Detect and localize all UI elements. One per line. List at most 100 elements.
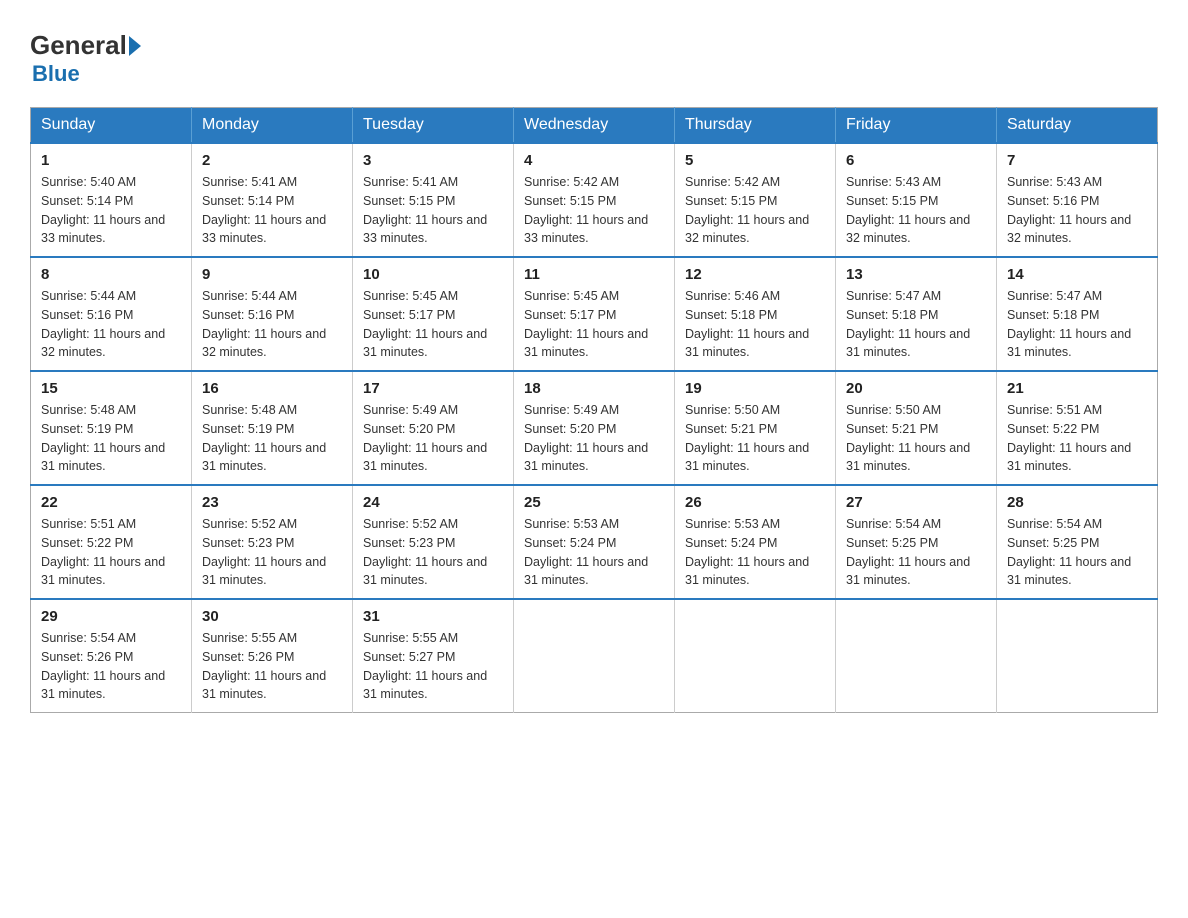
calendar-cell (997, 599, 1158, 713)
day-number: 9 (202, 266, 342, 283)
day-number: 25 (524, 494, 664, 511)
day-number: 2 (202, 152, 342, 169)
calendar-cell: 12 Sunrise: 5:46 AMSunset: 5:18 PMDaylig… (675, 257, 836, 371)
day-info: Sunrise: 5:43 AMSunset: 5:15 PMDaylight:… (846, 173, 986, 248)
calendar-cell: 19 Sunrise: 5:50 AMSunset: 5:21 PMDaylig… (675, 371, 836, 485)
day-number: 31 (363, 608, 503, 625)
calendar-cell: 3 Sunrise: 5:41 AMSunset: 5:15 PMDayligh… (353, 143, 514, 257)
calendar-cell: 15 Sunrise: 5:48 AMSunset: 5:19 PMDaylig… (31, 371, 192, 485)
day-number: 27 (846, 494, 986, 511)
day-number: 30 (202, 608, 342, 625)
calendar-cell: 17 Sunrise: 5:49 AMSunset: 5:20 PMDaylig… (353, 371, 514, 485)
header-wednesday: Wednesday (514, 108, 675, 144)
calendar-week-3: 15 Sunrise: 5:48 AMSunset: 5:19 PMDaylig… (31, 371, 1158, 485)
day-number: 10 (363, 266, 503, 283)
calendar-cell: 11 Sunrise: 5:45 AMSunset: 5:17 PMDaylig… (514, 257, 675, 371)
day-info: Sunrise: 5:54 AMSunset: 5:26 PMDaylight:… (41, 629, 181, 704)
logo-arrow-icon (129, 36, 141, 56)
calendar-cell: 26 Sunrise: 5:53 AMSunset: 5:24 PMDaylig… (675, 485, 836, 599)
day-number: 28 (1007, 494, 1147, 511)
day-number: 20 (846, 380, 986, 397)
day-number: 8 (41, 266, 181, 283)
day-number: 24 (363, 494, 503, 511)
calendar-cell: 30 Sunrise: 5:55 AMSunset: 5:26 PMDaylig… (192, 599, 353, 713)
day-info: Sunrise: 5:44 AMSunset: 5:16 PMDaylight:… (202, 287, 342, 362)
day-info: Sunrise: 5:48 AMSunset: 5:19 PMDaylight:… (202, 401, 342, 476)
day-info: Sunrise: 5:48 AMSunset: 5:19 PMDaylight:… (41, 401, 181, 476)
header-friday: Friday (836, 108, 997, 144)
day-info: Sunrise: 5:51 AMSunset: 5:22 PMDaylight:… (41, 515, 181, 590)
day-info: Sunrise: 5:51 AMSunset: 5:22 PMDaylight:… (1007, 401, 1147, 476)
calendar-week-1: 1 Sunrise: 5:40 AMSunset: 5:14 PMDayligh… (31, 143, 1158, 257)
day-info: Sunrise: 5:47 AMSunset: 5:18 PMDaylight:… (1007, 287, 1147, 362)
day-number: 3 (363, 152, 503, 169)
day-info: Sunrise: 5:54 AMSunset: 5:25 PMDaylight:… (846, 515, 986, 590)
calendar-header-row: SundayMondayTuesdayWednesdayThursdayFrid… (31, 108, 1158, 144)
header-tuesday: Tuesday (353, 108, 514, 144)
calendar-cell (675, 599, 836, 713)
day-number: 4 (524, 152, 664, 169)
day-number: 7 (1007, 152, 1147, 169)
day-number: 19 (685, 380, 825, 397)
calendar-cell: 31 Sunrise: 5:55 AMSunset: 5:27 PMDaylig… (353, 599, 514, 713)
day-number: 11 (524, 266, 664, 283)
day-number: 22 (41, 494, 181, 511)
day-number: 17 (363, 380, 503, 397)
calendar-cell (836, 599, 997, 713)
day-number: 23 (202, 494, 342, 511)
day-number: 15 (41, 380, 181, 397)
day-number: 1 (41, 152, 181, 169)
logo: General Blue (30, 30, 143, 87)
day-number: 29 (41, 608, 181, 625)
calendar-cell: 1 Sunrise: 5:40 AMSunset: 5:14 PMDayligh… (31, 143, 192, 257)
calendar-cell (514, 599, 675, 713)
calendar-cell: 7 Sunrise: 5:43 AMSunset: 5:16 PMDayligh… (997, 143, 1158, 257)
day-info: Sunrise: 5:50 AMSunset: 5:21 PMDaylight:… (846, 401, 986, 476)
calendar-cell: 16 Sunrise: 5:48 AMSunset: 5:19 PMDaylig… (192, 371, 353, 485)
calendar-week-2: 8 Sunrise: 5:44 AMSunset: 5:16 PMDayligh… (31, 257, 1158, 371)
day-info: Sunrise: 5:41 AMSunset: 5:15 PMDaylight:… (363, 173, 503, 248)
calendar-cell: 6 Sunrise: 5:43 AMSunset: 5:15 PMDayligh… (836, 143, 997, 257)
day-info: Sunrise: 5:40 AMSunset: 5:14 PMDaylight:… (41, 173, 181, 248)
day-info: Sunrise: 5:54 AMSunset: 5:25 PMDaylight:… (1007, 515, 1147, 590)
day-number: 18 (524, 380, 664, 397)
day-info: Sunrise: 5:42 AMSunset: 5:15 PMDaylight:… (685, 173, 825, 248)
day-number: 12 (685, 266, 825, 283)
day-number: 5 (685, 152, 825, 169)
day-info: Sunrise: 5:46 AMSunset: 5:18 PMDaylight:… (685, 287, 825, 362)
day-info: Sunrise: 5:49 AMSunset: 5:20 PMDaylight:… (363, 401, 503, 476)
day-info: Sunrise: 5:45 AMSunset: 5:17 PMDaylight:… (363, 287, 503, 362)
calendar-week-5: 29 Sunrise: 5:54 AMSunset: 5:26 PMDaylig… (31, 599, 1158, 713)
calendar-cell: 14 Sunrise: 5:47 AMSunset: 5:18 PMDaylig… (997, 257, 1158, 371)
day-info: Sunrise: 5:52 AMSunset: 5:23 PMDaylight:… (363, 515, 503, 590)
day-number: 6 (846, 152, 986, 169)
calendar-cell: 5 Sunrise: 5:42 AMSunset: 5:15 PMDayligh… (675, 143, 836, 257)
header-monday: Monday (192, 108, 353, 144)
calendar-cell: 24 Sunrise: 5:52 AMSunset: 5:23 PMDaylig… (353, 485, 514, 599)
calendar-table: SundayMondayTuesdayWednesdayThursdayFrid… (30, 107, 1158, 713)
calendar-cell: 28 Sunrise: 5:54 AMSunset: 5:25 PMDaylig… (997, 485, 1158, 599)
day-number: 21 (1007, 380, 1147, 397)
calendar-cell: 13 Sunrise: 5:47 AMSunset: 5:18 PMDaylig… (836, 257, 997, 371)
day-info: Sunrise: 5:47 AMSunset: 5:18 PMDaylight:… (846, 287, 986, 362)
header-thursday: Thursday (675, 108, 836, 144)
calendar-cell: 25 Sunrise: 5:53 AMSunset: 5:24 PMDaylig… (514, 485, 675, 599)
page-header: General Blue (30, 30, 1158, 87)
day-number: 13 (846, 266, 986, 283)
calendar-cell: 4 Sunrise: 5:42 AMSunset: 5:15 PMDayligh… (514, 143, 675, 257)
day-number: 16 (202, 380, 342, 397)
calendar-cell: 23 Sunrise: 5:52 AMSunset: 5:23 PMDaylig… (192, 485, 353, 599)
calendar-cell: 22 Sunrise: 5:51 AMSunset: 5:22 PMDaylig… (31, 485, 192, 599)
logo-blue-text: Blue (32, 61, 80, 87)
header-sunday: Sunday (31, 108, 192, 144)
header-saturday: Saturday (997, 108, 1158, 144)
calendar-cell: 10 Sunrise: 5:45 AMSunset: 5:17 PMDaylig… (353, 257, 514, 371)
day-info: Sunrise: 5:43 AMSunset: 5:16 PMDaylight:… (1007, 173, 1147, 248)
day-info: Sunrise: 5:44 AMSunset: 5:16 PMDaylight:… (41, 287, 181, 362)
calendar-cell: 21 Sunrise: 5:51 AMSunset: 5:22 PMDaylig… (997, 371, 1158, 485)
calendar-cell: 18 Sunrise: 5:49 AMSunset: 5:20 PMDaylig… (514, 371, 675, 485)
day-info: Sunrise: 5:41 AMSunset: 5:14 PMDaylight:… (202, 173, 342, 248)
day-info: Sunrise: 5:50 AMSunset: 5:21 PMDaylight:… (685, 401, 825, 476)
day-info: Sunrise: 5:42 AMSunset: 5:15 PMDaylight:… (524, 173, 664, 248)
calendar-cell: 8 Sunrise: 5:44 AMSunset: 5:16 PMDayligh… (31, 257, 192, 371)
